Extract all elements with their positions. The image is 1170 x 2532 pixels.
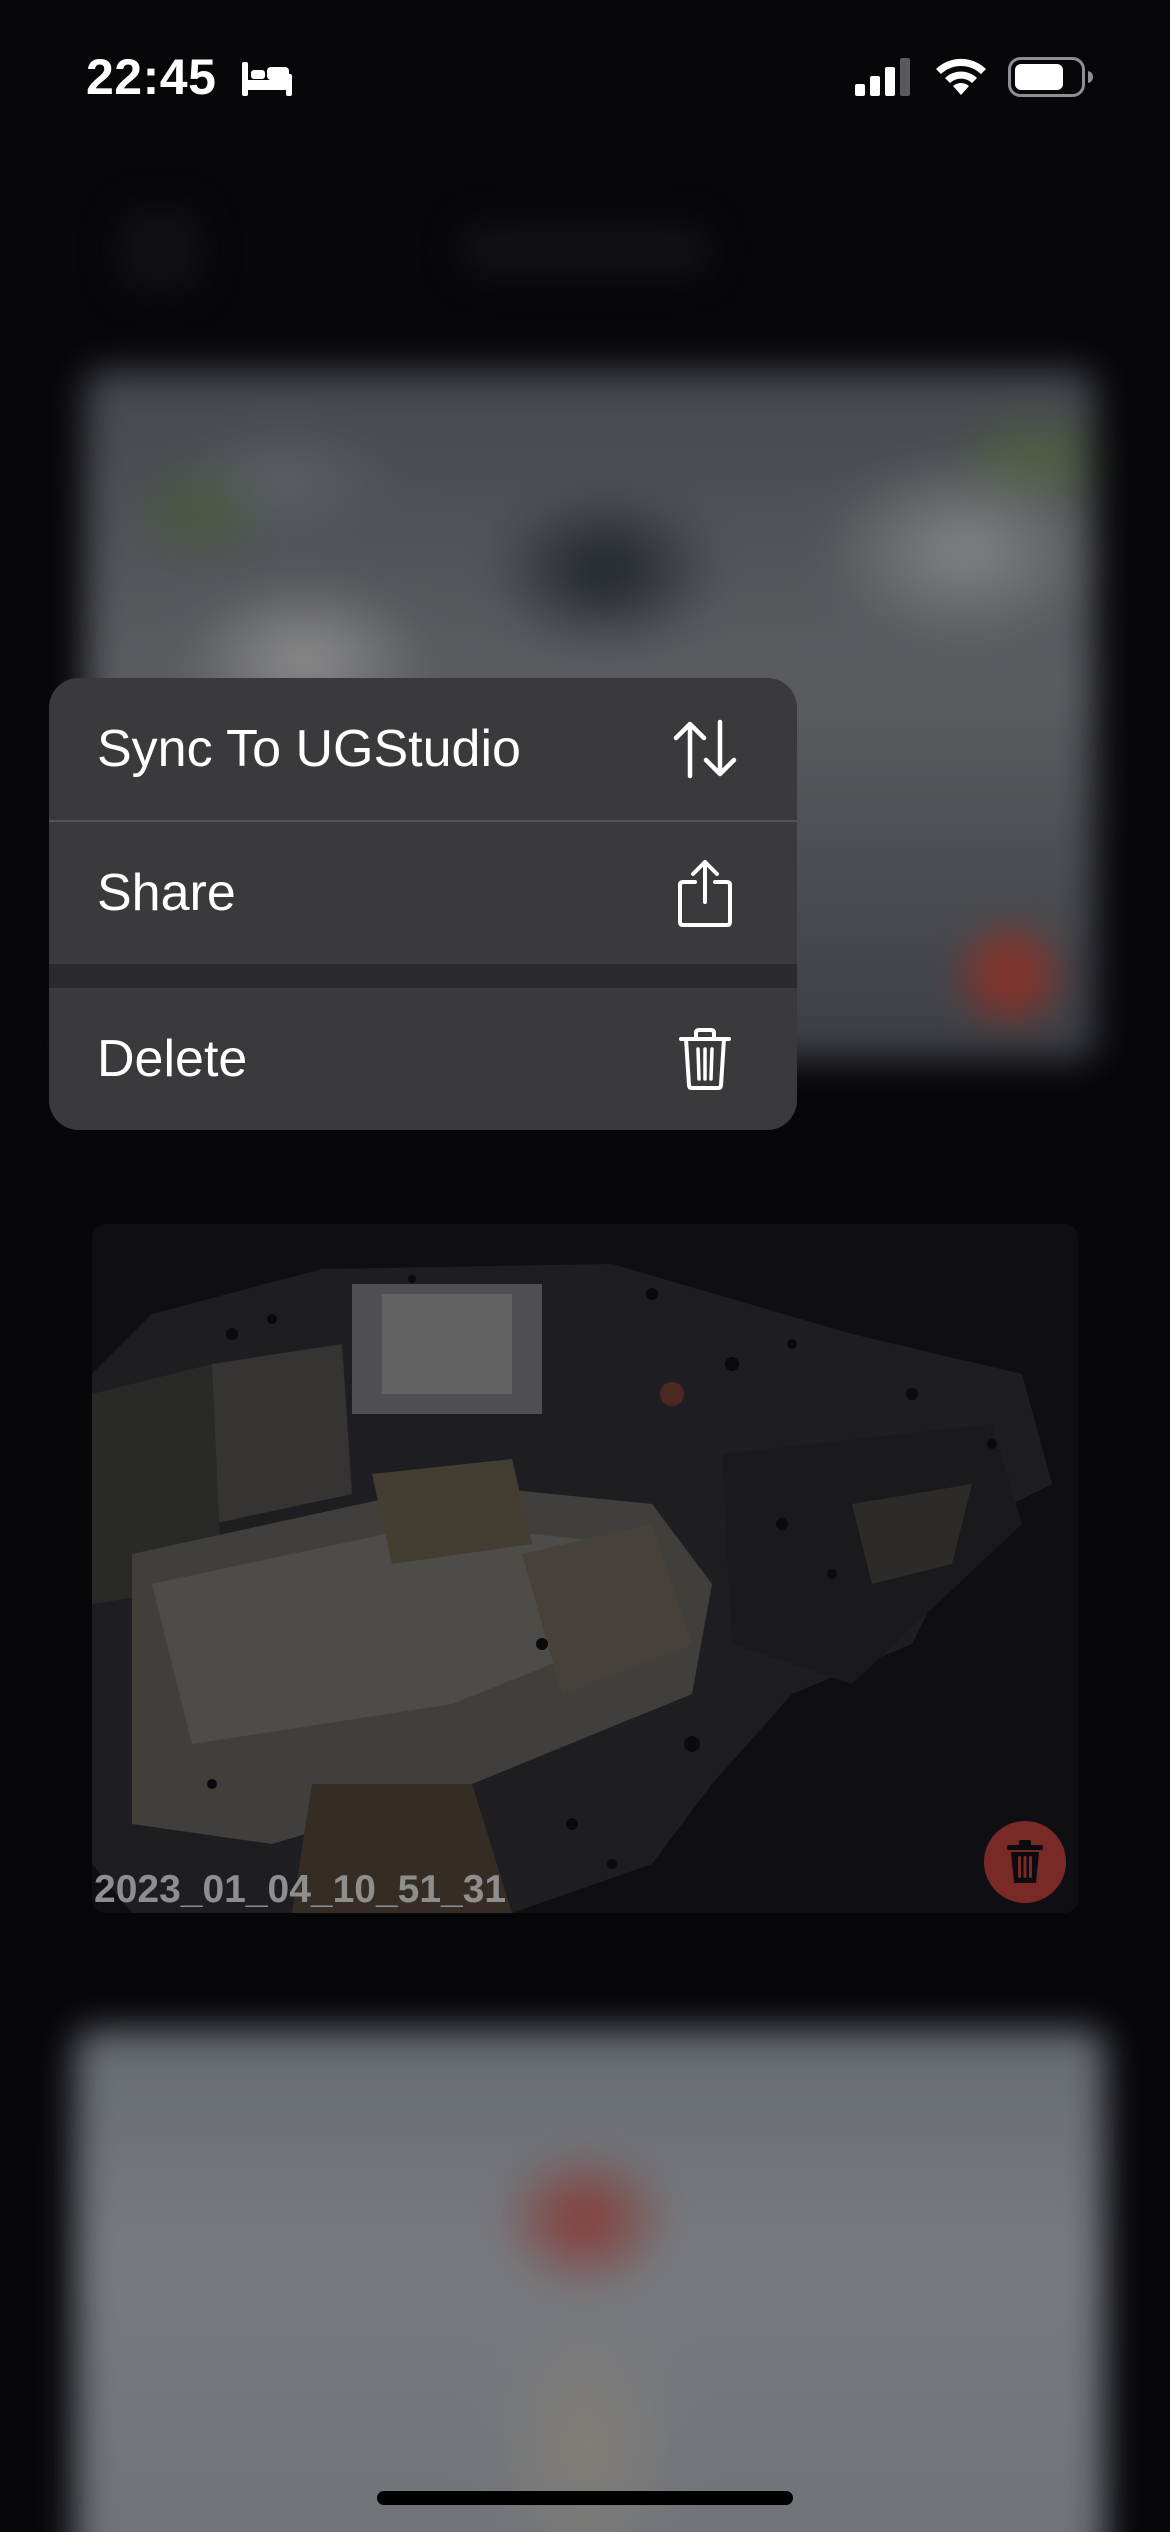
- trash-icon: [1007, 1840, 1043, 1883]
- sync-arrows-icon: [669, 713, 741, 785]
- cellular-signal-icon: [855, 58, 910, 96]
- menu-group-separator: [49, 964, 797, 988]
- menu-item-label: Delete: [97, 1030, 248, 1088]
- home-indicator[interactable]: [377, 2491, 793, 2505]
- app-screen: 22:45 2023_01_04_10_51_31 Sync To UGStud…: [0, 0, 1170, 2532]
- scan-delete-button[interactable]: [984, 1821, 1066, 1903]
- battery-icon: [1008, 57, 1093, 97]
- trash-icon: [669, 1023, 741, 1095]
- share-icon: [669, 857, 741, 929]
- menu-item-label: Sync To UGStudio: [97, 720, 521, 778]
- scan-point-cloud-preview: [92, 1224, 1078, 1913]
- scan-card[interactable]: [92, 1224, 1078, 1913]
- status-time: 22:45: [86, 49, 217, 105]
- menu-item-share[interactable]: Share: [49, 822, 797, 964]
- scan-name: 2023_01_04_10_51_31: [94, 1868, 507, 1911]
- context-menu: Sync To UGStudio Share Delete: [49, 678, 797, 1130]
- menu-item-sync[interactable]: Sync To UGStudio: [49, 678, 797, 820]
- status-bar: 22:45: [0, 0, 1170, 150]
- menu-item-label: Share: [97, 864, 236, 922]
- wifi-icon: [936, 58, 986, 95]
- bed-icon: [242, 62, 292, 96]
- menu-item-delete[interactable]: Delete: [49, 988, 797, 1130]
